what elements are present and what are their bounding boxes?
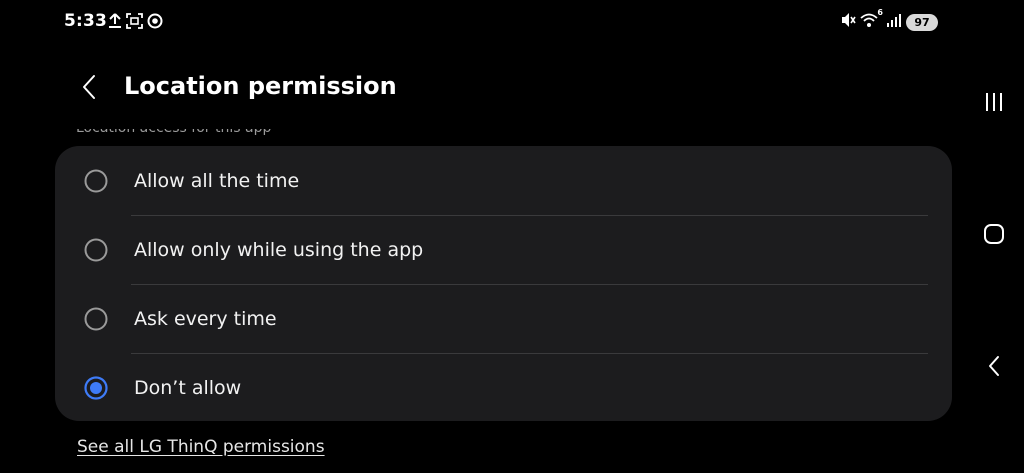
option-label: Allow all the time <box>134 169 300 192</box>
section-label: Location access for this app <box>76 120 272 136</box>
permission-options-card: Allow all the time Allow only while usin… <box>55 146 952 421</box>
signal-icon <box>886 12 902 32</box>
screenshot-icon <box>126 13 143 33</box>
option-label: Ask every time <box>134 307 277 330</box>
home-button[interactable] <box>980 220 1008 248</box>
option-label: Don’t allow <box>134 376 242 399</box>
status-left-icons <box>108 13 163 33</box>
recents-button[interactable] <box>980 88 1008 116</box>
option-allow-all-the-time[interactable]: Allow all the time <box>55 146 952 215</box>
home-icon <box>984 224 1004 244</box>
wifi-badge: 6 <box>877 8 883 17</box>
nav-back-button[interactable] <box>980 352 1008 380</box>
chevron-left-icon <box>83 75 95 99</box>
back-icon <box>989 356 999 376</box>
radio-unselected-icon[interactable] <box>84 307 108 331</box>
see-all-permissions-link[interactable]: See all LG ThinQ permissions <box>77 437 325 457</box>
option-allow-while-using[interactable]: Allow only while using the app <box>55 215 952 284</box>
option-dont-allow[interactable]: Don’t allow <box>55 353 952 421</box>
sync-icon <box>147 13 163 33</box>
status-bar: 5:33 6 97 <box>0 0 1024 44</box>
radio-selected-icon[interactable] <box>84 375 108 400</box>
mute-icon <box>840 12 856 32</box>
status-right-icons: 6 97 <box>840 8 938 32</box>
radio-unselected-icon[interactable] <box>84 238 108 262</box>
option-label: Allow only while using the app <box>134 238 424 261</box>
wifi-6-icon: 6 <box>860 8 883 32</box>
recents-icon <box>986 93 1002 111</box>
navigation-bar <box>962 0 1024 473</box>
back-button[interactable] <box>74 70 104 104</box>
header: Location permission <box>0 60 960 116</box>
page-title: Location permission <box>124 72 397 100</box>
status-time: 5:33 <box>64 11 108 31</box>
option-ask-every-time[interactable]: Ask every time <box>55 284 952 353</box>
upload-icon <box>108 13 122 33</box>
battery-badge: 97 <box>906 13 938 31</box>
radio-unselected-icon[interactable] <box>84 169 108 193</box>
